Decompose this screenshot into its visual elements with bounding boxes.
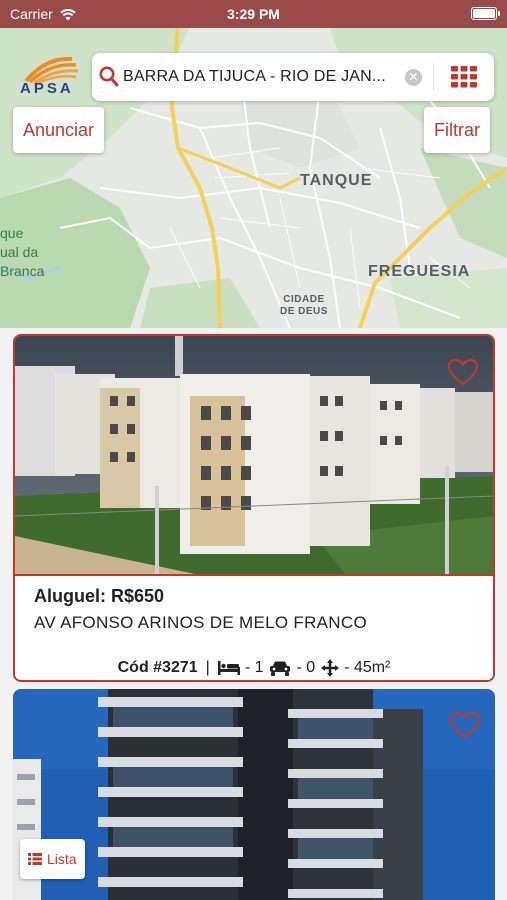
search-input[interactable]: BARRA DA TIJUCA - RIO DE JAN...	[123, 68, 386, 86]
grid-menu-icon[interactable]	[451, 66, 477, 88]
filtrar-button[interactable]: Filtrar	[424, 107, 490, 153]
listing-photo	[15, 336, 493, 574]
listing-code: Cód #3271	[117, 659, 198, 676]
listing-card[interactable]: Aluguel: R$650 AV AFONSO ARINOS DE MELO …	[13, 334, 495, 682]
listing-bedrooms: - 1	[217, 659, 264, 677]
expand-arrows-icon	[321, 659, 340, 677]
listing-parking: - 0	[269, 659, 315, 677]
anunciar-button[interactable]: Anunciar	[13, 107, 105, 153]
meta-separator: |	[205, 659, 210, 676]
favorite-heart-icon[interactable]	[449, 711, 481, 739]
listing-area: - 45m²	[321, 659, 390, 677]
map-label-tanque: TANQUE	[300, 172, 373, 189]
listing-card[interactable]	[13, 689, 495, 900]
area-value: - 45m²	[344, 659, 391, 676]
battery-icon	[471, 7, 500, 20]
search-bar[interactable]: BARRA DA TIJUCA - RIO DE JAN... ✕	[92, 53, 494, 101]
listing-photo	[13, 689, 495, 900]
map-label-cidade-line2: DE DEUS	[280, 306, 328, 317]
map-label-cidade-line1: CIDADE	[283, 294, 325, 305]
status-bar: Carrier 3:29 PM	[0, 0, 507, 28]
listing-info: Aluguel: R$650 AV AFONSO ARINOS DE MELO …	[15, 574, 493, 680]
lista-label: Lista	[47, 851, 77, 867]
lista-button[interactable]: Lista	[20, 839, 85, 879]
listing-address: AV AFONSO ARINOS DE MELO FRANCO	[34, 613, 367, 632]
status-time: 3:29 PM	[227, 6, 280, 22]
apsa-logo-text: APSA	[20, 80, 74, 97]
map-label-park-line2: ual da	[0, 244, 39, 260]
map-label-park: que ual da Branca	[0, 224, 44, 281]
search-divider	[433, 63, 434, 91]
clear-icon[interactable]: ✕	[405, 69, 422, 86]
bedrooms-value: - 1	[244, 659, 264, 676]
car-icon	[270, 661, 291, 676]
favorite-heart-icon[interactable]	[447, 358, 479, 386]
search-icon	[99, 66, 119, 87]
map-label-park-line1: que	[0, 225, 24, 241]
map-label-freguesia: FREGUESIA	[368, 263, 471, 280]
map-label-park-line3: Branca	[0, 263, 45, 279]
listing-meta: Cód #3271 | - 1 - 0 - 45m²	[15, 659, 493, 677]
map-label-cidade-de-deus: CIDADE DE DEUS	[280, 294, 328, 318]
listing-price: Aluguel: R$650	[34, 586, 165, 606]
parking-value: - 0	[296, 659, 316, 676]
list-icon	[28, 853, 42, 865]
bed-icon	[217, 661, 240, 675]
